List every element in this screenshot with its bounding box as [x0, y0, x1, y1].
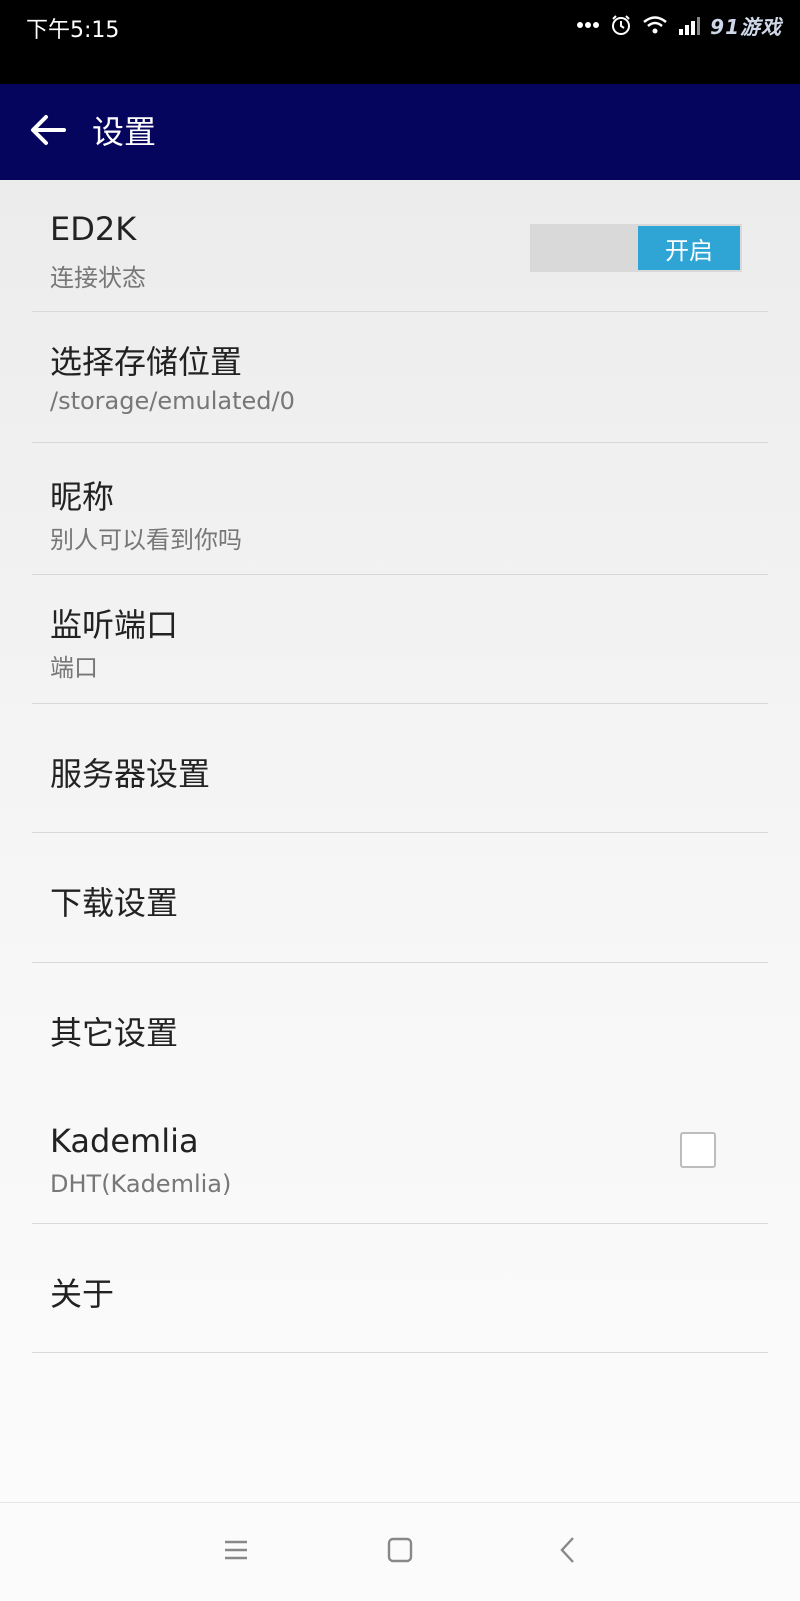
- setting-listen-port[interactable]: 监听端口 端口: [32, 574, 768, 704]
- setting-subtitle: 连接状态: [50, 264, 146, 292]
- status-bar: 下午5:15 91游戏: [0, 0, 800, 84]
- setting-kademlia[interactable]: Kademlia DHT(Kademlia): [32, 1092, 768, 1224]
- setting-other[interactable]: 其它设置: [32, 962, 768, 1092]
- arrow-left-icon: [30, 114, 66, 150]
- setting-subtitle: /storage/emulated/0: [50, 387, 295, 415]
- watermark-logo: 91游戏: [710, 14, 782, 39]
- nav-bar: [0, 1502, 800, 1601]
- home-button[interactable]: [373, 1525, 427, 1579]
- home-icon: [387, 1537, 413, 1567]
- ed2k-toggle[interactable]: 开启: [530, 224, 742, 272]
- setting-download[interactable]: 下载设置: [32, 832, 768, 963]
- page-title: 设置: [92, 113, 157, 151]
- setting-title: 选择存储位置: [50, 343, 243, 381]
- setting-title: Kademlia: [50, 1122, 199, 1160]
- signal-icon: [678, 15, 701, 35]
- toggle-on-label: 开启: [638, 226, 740, 270]
- setting-subtitle: 别人可以看到你吗: [50, 526, 242, 554]
- status-icons: 91游戏: [576, 10, 782, 40]
- setting-storage-location[interactable]: 选择存储位置 /storage/emulated/0: [32, 311, 768, 443]
- menu-icon: [223, 1539, 249, 1565]
- menu-button[interactable]: [209, 1525, 263, 1579]
- alarm-icon: [610, 14, 632, 36]
- setting-title: 服务器设置: [50, 755, 211, 793]
- setting-subtitle: DHT(Kademlia): [50, 1170, 232, 1198]
- nav-back-button[interactable]: [541, 1525, 595, 1579]
- setting-title: 其它设置: [50, 1014, 179, 1052]
- setting-title: ED2K: [50, 210, 137, 248]
- back-icon: [559, 1536, 577, 1568]
- settings-list: ED2K 连接状态 开启 选择存储位置 /storage/emulated/0 …: [0, 180, 800, 1502]
- setting-ed2k[interactable]: ED2K 连接状态 开启: [32, 180, 768, 312]
- setting-server[interactable]: 服务器设置: [32, 703, 768, 833]
- setting-title: 关于: [50, 1275, 115, 1313]
- wifi-icon: [642, 15, 668, 35]
- setting-subtitle: 端口: [50, 654, 98, 682]
- kademlia-checkbox[interactable]: [680, 1132, 716, 1168]
- status-time: 下午5:15: [26, 18, 120, 43]
- setting-title: 昵称: [50, 478, 115, 516]
- more-icon: [576, 21, 600, 29]
- setting-nickname[interactable]: 昵称 别人可以看到你吗: [32, 442, 768, 575]
- setting-about[interactable]: 关于: [32, 1223, 768, 1353]
- setting-title: 下载设置: [50, 884, 179, 922]
- app-bar: 设置: [0, 84, 800, 180]
- setting-title: 监听端口: [50, 606, 179, 644]
- back-button[interactable]: [24, 108, 72, 156]
